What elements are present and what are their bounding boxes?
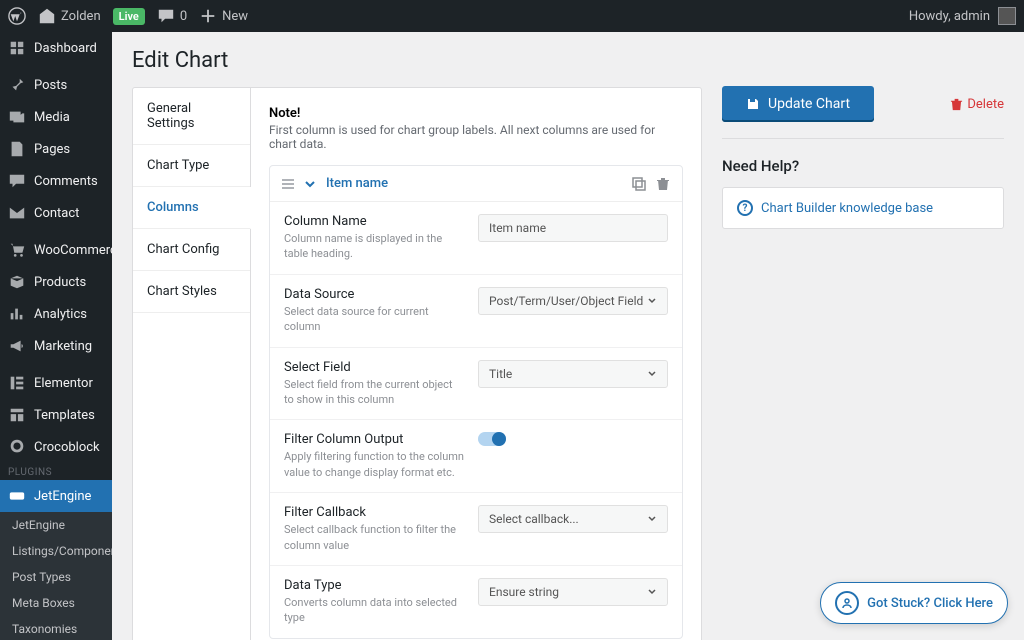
data-source-select[interactable]: Post/Term/User/Object Field — [478, 287, 668, 315]
menu-media[interactable]: Media — [0, 101, 112, 133]
live-badge: Live — [113, 8, 145, 25]
submenu-jetengine[interactable]: JetEngine — [0, 512, 112, 538]
field-label: Filter Column Output — [284, 432, 464, 447]
column-header[interactable]: Item name — [270, 166, 682, 201]
tab-content: Note! First column is used for chart gro… — [251, 88, 701, 640]
field-label: Data Source — [284, 287, 464, 302]
tab-columns[interactable]: Columns — [133, 187, 251, 229]
menu-dashboard[interactable]: Dashboard — [0, 32, 112, 64]
delete-icon[interactable] — [656, 177, 670, 191]
drag-handle-icon[interactable] — [282, 178, 294, 190]
column-title: Item name — [326, 176, 622, 191]
delete-button[interactable]: Delete — [950, 97, 1004, 112]
menu-marketing[interactable]: Marketing — [0, 330, 112, 362]
new-content[interactable]: New — [199, 7, 248, 25]
site-name[interactable]: Zolden — [38, 7, 101, 25]
field-label: Select Field — [284, 360, 464, 375]
menu-comments[interactable]: Comments — [0, 165, 112, 197]
menu-label: Comments — [34, 174, 98, 189]
select-field-select[interactable]: Title — [478, 360, 668, 388]
menu-elementor[interactable]: Elementor — [0, 367, 112, 399]
note-title: Note! — [269, 106, 683, 121]
help-link[interactable]: Chart Builder knowledge base — [761, 201, 933, 216]
page-title: Edit Chart — [132, 48, 702, 73]
help-icon: ? — [737, 200, 753, 216]
submenu-meta-boxes[interactable]: Meta Boxes — [0, 590, 112, 616]
copy-icon[interactable] — [632, 177, 646, 191]
got-stuck-button[interactable]: Got Stuck? Click Here — [820, 582, 1008, 624]
menu-label: Templates — [34, 408, 95, 423]
comments-count[interactable]: 0 — [157, 7, 187, 25]
tab-general-settings[interactable]: General Settings — [133, 88, 250, 145]
menu-templates[interactable]: Templates — [0, 399, 112, 431]
settings-panel: General SettingsChart TypeColumnsChart C… — [132, 87, 702, 640]
filter-output-toggle[interactable] — [478, 432, 506, 446]
menu-crocoblock[interactable]: Crocoblock — [0, 431, 112, 463]
headset-icon — [835, 591, 859, 615]
menu-label: JetEngine — [34, 489, 91, 504]
field-desc: Select field from the current object to … — [284, 377, 464, 408]
field-desc: Apply filtering function to the column v… — [284, 449, 464, 480]
tab-chart-config[interactable]: Chart Config — [133, 229, 250, 271]
menu-woocommerce[interactable]: WooCommerce — [0, 234, 112, 266]
field-label: Filter Callback — [284, 505, 464, 520]
admin-sidebar: Dashboard Posts Media Pages Comments Contact W… — [0, 32, 112, 640]
admin-bar: Zolden Live 0 New Howdy, admin — [0, 0, 1024, 32]
menu-label: Marketing — [34, 339, 92, 354]
menu-label: WooCommerce — [34, 243, 112, 258]
callback-select[interactable]: Select callback... — [478, 505, 668, 533]
menu-contact[interactable]: Contact — [0, 197, 112, 229]
column-name-input[interactable] — [478, 214, 668, 242]
data-type-select[interactable]: Ensure string — [478, 578, 668, 606]
menu-pages[interactable]: Pages — [0, 133, 112, 165]
help-card[interactable]: ? Chart Builder knowledge base — [722, 187, 1004, 229]
field-label: Column Name — [284, 214, 464, 229]
tabs-nav: General SettingsChart TypeColumnsChart C… — [133, 88, 251, 640]
menu-label: Pages — [34, 142, 70, 157]
menu-label: Crocoblock — [34, 440, 100, 455]
field-desc: Column name is displayed in the table he… — [284, 231, 464, 262]
field-desc: Select data source for current column — [284, 304, 464, 335]
chevron-down-icon[interactable] — [304, 178, 316, 190]
howdy-text[interactable]: Howdy, admin — [909, 9, 990, 24]
wp-logo[interactable] — [8, 7, 26, 25]
menu-products[interactable]: Products — [0, 266, 112, 298]
field-desc: Select callback function to filter the c… — [284, 522, 464, 553]
menu-label: Elementor — [34, 376, 93, 391]
tab-chart-type[interactable]: Chart Type — [133, 145, 250, 187]
menu-label: Dashboard — [34, 41, 97, 56]
menu-label: Analytics — [34, 307, 87, 322]
column-card: Item name Column Name Column name is disp… — [269, 165, 683, 639]
submenu-post-types[interactable]: Post Types — [0, 564, 112, 590]
menu-label: Media — [34, 110, 70, 125]
update-chart-button[interactable]: Update Chart — [722, 86, 874, 122]
menu-posts[interactable]: Posts — [0, 69, 112, 101]
menu-label: Posts — [34, 78, 67, 93]
submenu-taxonomies[interactable]: Taxonomies — [0, 616, 112, 640]
tab-chart-styles[interactable]: Chart Styles — [133, 271, 250, 313]
help-title: Need Help? — [722, 157, 1004, 175]
menu-analytics[interactable]: Analytics — [0, 298, 112, 330]
main-content: Edit Chart General SettingsChart TypeCol… — [112, 32, 1024, 640]
note-desc: First column is used for chart group lab… — [269, 123, 683, 151]
menu-label: Contact — [34, 206, 79, 221]
menu-label: Products — [34, 275, 86, 290]
field-label: Data Type — [284, 578, 464, 593]
field-desc: Converts column data into selected type — [284, 595, 464, 626]
submenu-listings-components[interactable]: Listings/Components — [0, 538, 112, 564]
avatar[interactable] — [998, 7, 1016, 25]
plugins-separator: PLUGINS — [0, 463, 112, 480]
menu-jetengine[interactable]: JetEngine — [0, 480, 112, 512]
